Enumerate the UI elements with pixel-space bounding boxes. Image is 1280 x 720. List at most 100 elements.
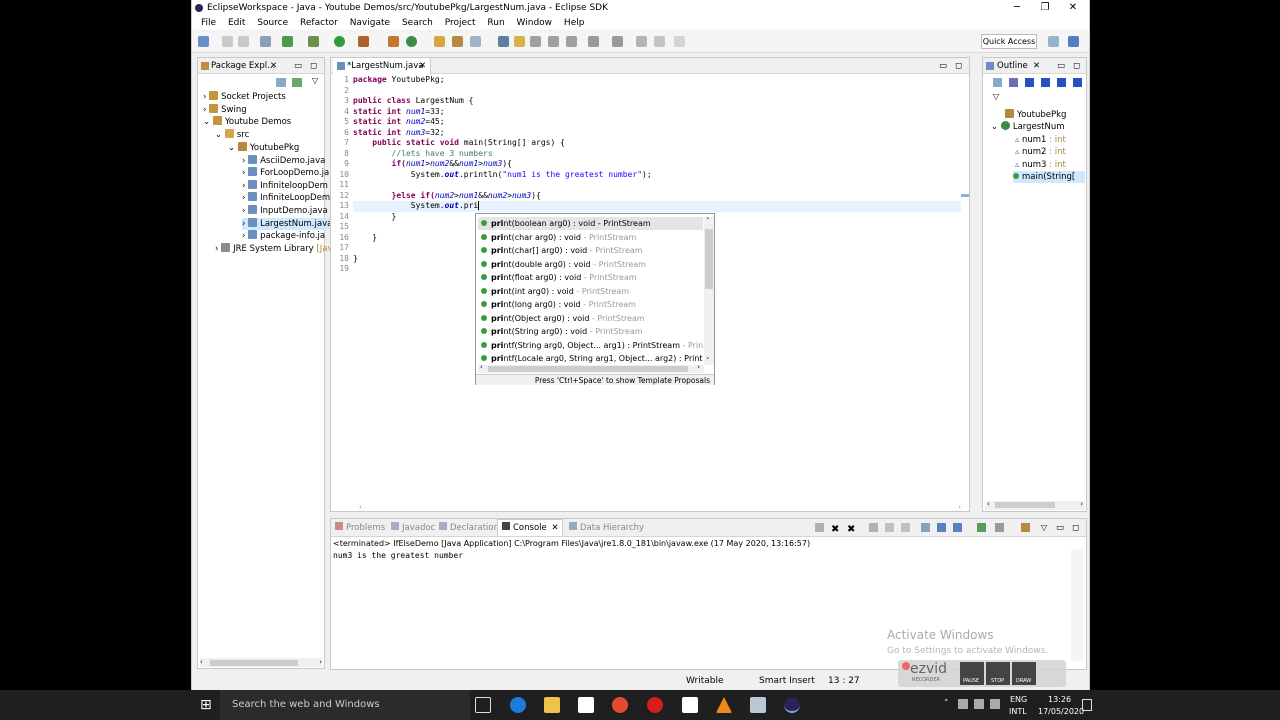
menu-navigate[interactable]: Navigate [350, 16, 390, 30]
outline-tab[interactable]: Outline ✕ ▭ ◻ [983, 58, 1086, 74]
tree-item-package-info[interactable]: › package-info.ja [242, 230, 325, 242]
suggestion-item[interactable]: print(char[] arg0) : void - PrintStream [478, 244, 703, 257]
tray-up-icon[interactable]: ˄ [944, 699, 949, 709]
hide-local-types-icon[interactable] [1073, 78, 1082, 87]
minimize-view-icon[interactable]: ▭ [1057, 58, 1065, 74]
hide-static-icon[interactable] [1041, 78, 1050, 87]
outline-package[interactable]: YoutubePkg [1005, 109, 1066, 121]
language-secondary[interactable]: INTL [1009, 707, 1027, 716]
word-wrap-icon[interactable] [885, 523, 894, 532]
minimize-editor-icon[interactable]: ▭ [939, 58, 947, 74]
editor-tab-largestnum[interactable]: *LargestNum.java ✕ [333, 58, 431, 74]
new-java-project-icon[interactable] [388, 36, 399, 47]
external-tools-icon[interactable] [308, 36, 319, 47]
show-stdout-icon[interactable] [937, 523, 946, 532]
forward-icon[interactable] [674, 36, 685, 47]
close-tab-icon[interactable]: ✕ [419, 58, 426, 74]
suggestion-item[interactable]: print(double arg0) : void - PrintStream [478, 258, 703, 271]
open-type-icon[interactable] [434, 36, 445, 47]
maximize-view-icon[interactable]: ◻ [1073, 58, 1080, 74]
console-v-scrollbar[interactable] [1071, 549, 1083, 661]
tree-item-infiniteloopdem2[interactable]: › InfiniteLoopDem [242, 192, 330, 204]
menu-file[interactable]: File [201, 16, 216, 30]
new-class-icon[interactable] [406, 36, 417, 47]
maximize-editor-icon[interactable]: ◻ [955, 58, 962, 74]
outline-method-main[interactable]: main(String[ [1013, 171, 1085, 183]
open-task-icon[interactable] [452, 36, 463, 47]
popup-v-scrollbar[interactable]: ˄ ˅ [704, 217, 714, 365]
hide-fields-icon[interactable] [1025, 78, 1034, 87]
h-scrollbar[interactable]: ‹ › [200, 658, 322, 667]
maximize-view-icon[interactable]: ◻ [310, 58, 317, 74]
tree-item-forloopdemo[interactable]: › ForLoopDemo.ja [242, 167, 329, 179]
search-icon[interactable] [470, 36, 481, 47]
new-icon[interactable] [198, 36, 209, 47]
tree-item-socket-projects[interactable]: › Socket Projects [203, 91, 286, 103]
popup-h-scrollbar[interactable]: ‹ › [478, 363, 704, 373]
quick-access-field[interactable]: Quick Access [981, 34, 1037, 49]
clock-time[interactable]: 13:26 [1048, 695, 1071, 704]
mark-occurrences-icon[interactable] [498, 36, 509, 47]
store-icon[interactable] [578, 697, 594, 713]
back-icon[interactable] [654, 36, 665, 47]
tree-item-youtubepkg[interactable]: ⌄ YoutubePkg [228, 142, 299, 154]
recorder-pause-button[interactable]: PAUSE [960, 662, 984, 685]
taskbar-search-box[interactable]: Search the web and Windows [220, 690, 470, 720]
editor-h-scrollbar[interactable]: ‹ › [353, 503, 963, 511]
debug-icon[interactable] [282, 36, 293, 47]
collapse-all-icon[interactable] [276, 78, 286, 87]
link-editor-icon[interactable] [292, 78, 302, 87]
clock-date[interactable]: 17/05/2020 [1038, 707, 1084, 716]
suggestion-item[interactable]: printf(String arg0, Object... arg1) : Pr… [478, 339, 703, 352]
menu-edit[interactable]: Edit [228, 16, 245, 30]
task-view-icon[interactable] [475, 697, 491, 713]
tab-console[interactable]: Console ✕ [497, 519, 563, 536]
close-button[interactable]: ✕ [1058, 0, 1088, 16]
outline-field-num2[interactable]: ▵ num2 : int [1015, 146, 1066, 158]
suggestion-item[interactable]: print(float arg0) : void - PrintStream [478, 271, 703, 284]
suggestion-item[interactable]: print(boolean arg0) : void - PrintStream [478, 217, 703, 230]
tab-javadoc[interactable]: Javadoc [391, 520, 435, 536]
previous-annotation-icon[interactable] [612, 36, 623, 47]
tree-item-src[interactable]: ⌄ src [215, 129, 249, 141]
outline-field-num3[interactable]: ▵ num3 : int [1015, 159, 1066, 171]
close-tab-icon[interactable]: ✕ [270, 58, 277, 74]
show-whitespace-icon[interactable] [548, 36, 559, 47]
new-console-icon[interactable] [1021, 523, 1030, 532]
run-icon[interactable] [334, 36, 345, 47]
view-menu-icon[interactable]: ▽ [1041, 520, 1047, 536]
package-explorer-tab[interactable]: Package Expl... ✕ ▭ ◻ [198, 58, 324, 74]
menu-run[interactable]: Run [487, 16, 504, 30]
edge-icon[interactable] [510, 697, 526, 713]
menu-project[interactable]: Project [445, 16, 476, 30]
minimize-view-icon[interactable]: ▭ [294, 58, 302, 74]
tab-problems[interactable]: Problems [335, 520, 385, 536]
notepad-icon[interactable] [682, 697, 698, 713]
remove-launch-icon[interactable]: ✖ [831, 522, 839, 538]
hide-non-public-icon[interactable] [1057, 78, 1066, 87]
sort-icon[interactable] [1009, 78, 1018, 87]
scroll-lock-icon[interactable] [869, 523, 878, 532]
save-icon[interactable] [222, 36, 233, 47]
vlc-icon[interactable] [716, 697, 732, 713]
recorder-stop-button[interactable]: STOP [986, 662, 1010, 685]
remove-all-icon[interactable]: ✖ [847, 522, 855, 538]
show-stderr-icon[interactable] [953, 523, 962, 532]
show-source-icon[interactable] [566, 36, 577, 47]
tree-item-asciidemo[interactable]: › AsciiDemo.java [242, 155, 325, 167]
suggestion-item[interactable]: print(String arg0) : void - PrintStream [478, 325, 703, 338]
view-menu-icon[interactable]: ▽ [993, 92, 999, 101]
tree-item-largestnum[interactable]: › LargestNum.java [242, 218, 333, 230]
tree-item-jre-system-library[interactable]: › JRE System Library [Java [215, 243, 338, 255]
network-icon[interactable] [958, 699, 968, 709]
suggestion-item[interactable]: print(Object arg0) : void - PrintStream [478, 312, 703, 325]
view-menu-icon[interactable]: ▽ [312, 76, 318, 85]
overview-ruler-marker[interactable] [961, 194, 969, 197]
coverage-icon[interactable] [358, 36, 369, 47]
tree-item-swing[interactable]: › Swing [203, 104, 247, 116]
chrome-icon[interactable] [612, 697, 628, 713]
recorder-draw-button[interactable]: DRAW [1012, 662, 1036, 685]
terminate-icon[interactable] [815, 523, 824, 532]
open-perspective-icon[interactable] [1048, 36, 1059, 47]
outline-field-num1[interactable]: ▵ num1 : int [1015, 134, 1066, 146]
